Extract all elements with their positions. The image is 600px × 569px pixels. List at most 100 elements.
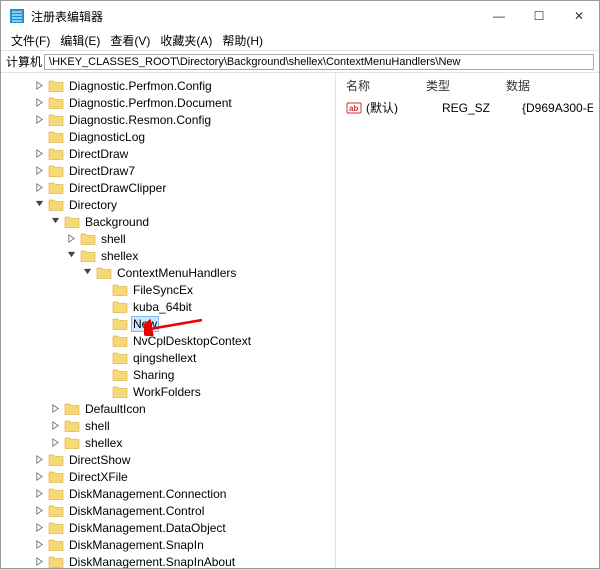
tree-item[interactable]: NvCplDesktopContext — [5, 332, 335, 349]
tree-item[interactable]: Diagnostic.Perfmon.Document — [5, 94, 335, 111]
tree-item[interactable]: DiskManagement.Connection — [5, 485, 335, 502]
menu-file[interactable]: 文件(F) — [7, 30, 54, 51]
chevron-right-icon[interactable] — [65, 234, 77, 243]
tree-item-label: DiskManagement.Connection — [67, 487, 228, 501]
folder-icon — [80, 248, 96, 264]
menu-edit[interactable]: 编辑(E) — [56, 30, 104, 51]
chevron-right-icon[interactable] — [33, 149, 45, 158]
tree-item[interactable]: FileSyncEx — [5, 281, 335, 298]
chevron-right-icon[interactable] — [33, 183, 45, 192]
close-button[interactable]: ✕ — [559, 1, 599, 31]
folder-icon — [48, 537, 64, 553]
tree-item-label: Diagnostic.Perfmon.Config — [67, 79, 214, 93]
tree-item[interactable]: New — [5, 315, 335, 332]
chevron-right-icon[interactable] — [33, 523, 45, 532]
chevron-right-icon[interactable] — [33, 472, 45, 481]
tree-pane[interactable]: Diagnostic.Perfmon.ConfigDiagnostic.Perf… — [1, 73, 336, 568]
tree-item[interactable]: Diagnostic.Resmon.Config — [5, 111, 335, 128]
folder-icon — [48, 452, 64, 468]
chevron-right-icon[interactable] — [33, 455, 45, 464]
folder-icon — [112, 282, 128, 298]
chevron-right-icon[interactable] — [33, 115, 45, 124]
tree-item[interactable]: DefaultIcon — [5, 400, 335, 417]
menubar: 文件(F) 编辑(E) 查看(V) 收藏夹(A) 帮助(H) — [1, 31, 599, 51]
chevron-right-icon[interactable] — [49, 421, 61, 430]
tree-item[interactable]: DirectXFile — [5, 468, 335, 485]
tree-item-label: shellex — [99, 249, 140, 263]
tree-item[interactable]: DiskManagement.Control — [5, 502, 335, 519]
tree-item-label: DefaultIcon — [83, 402, 148, 416]
minimize-button[interactable]: — — [479, 1, 519, 31]
chevron-right-icon[interactable] — [33, 557, 45, 566]
tree-item-label: DiagnosticLog — [67, 130, 147, 144]
menu-view[interactable]: 查看(V) — [106, 30, 154, 51]
value-row[interactable]: ab(默认)REG_SZ{D969A300-E — [336, 98, 599, 117]
values-pane[interactable]: 名称 类型 数据 ab(默认)REG_SZ{D969A300-E — [336, 73, 599, 568]
tree-item-label: DiskManagement.SnapIn — [67, 538, 206, 552]
titlebar: 注册表编辑器 — ☐ ✕ — [1, 1, 599, 31]
chevron-down-icon[interactable] — [81, 268, 93, 277]
folder-icon — [112, 316, 128, 332]
address-label: 计算机 — [6, 53, 42, 70]
tree-item[interactable]: DiskManagement.SnapIn — [5, 536, 335, 553]
column-name[interactable]: 名称 — [346, 77, 426, 94]
tree-item-label: Diagnostic.Resmon.Config — [67, 113, 213, 127]
column-type[interactable]: 类型 — [426, 77, 506, 94]
tree-item[interactable]: Directory — [5, 196, 335, 213]
tree-item[interactable]: ContextMenuHandlers — [5, 264, 335, 281]
tree-item[interactable]: kuba_64bit — [5, 298, 335, 315]
address-path[interactable]: \HKEY_CLASSES_ROOT\Directory\Background\… — [44, 54, 594, 70]
tree-item[interactable]: qingshellext — [5, 349, 335, 366]
tree-item[interactable]: DiskManagement.DataObject — [5, 519, 335, 536]
tree-item-label: DirectShow — [67, 453, 132, 467]
tree-item[interactable]: DirectDraw7 — [5, 162, 335, 179]
tree-item-label: shell — [99, 232, 128, 246]
tree-item[interactable]: WorkFolders — [5, 383, 335, 400]
tree-item[interactable]: Background — [5, 213, 335, 230]
tree-item-label: DirectDraw7 — [67, 164, 137, 178]
maximize-button[interactable]: ☐ — [519, 1, 559, 31]
chevron-right-icon[interactable] — [33, 540, 45, 549]
chevron-right-icon[interactable] — [33, 166, 45, 175]
tree-item[interactable]: DirectDraw — [5, 145, 335, 162]
tree-item-label: DiskManagement.Control — [67, 504, 206, 518]
tree-item[interactable]: shell — [5, 230, 335, 247]
folder-icon — [48, 486, 64, 502]
value-type: REG_SZ — [442, 101, 522, 115]
tree-item[interactable]: DiagnosticLog — [5, 128, 335, 145]
chevron-right-icon[interactable] — [49, 404, 61, 413]
folder-icon — [48, 146, 64, 162]
app-icon — [9, 8, 25, 24]
tree-item[interactable]: shell — [5, 417, 335, 434]
chevron-right-icon[interactable] — [49, 438, 61, 447]
menu-favorites[interactable]: 收藏夹(A) — [156, 30, 216, 51]
folder-icon — [48, 197, 64, 213]
chevron-down-icon[interactable] — [65, 251, 77, 260]
tree-item-label: Background — [83, 215, 151, 229]
tree-item[interactable]: Sharing — [5, 366, 335, 383]
svg-text:ab: ab — [349, 104, 358, 113]
content-area: Diagnostic.Perfmon.ConfigDiagnostic.Perf… — [1, 73, 599, 568]
tree-item-label: DirectDraw — [67, 147, 130, 161]
tree-item-label: New — [131, 316, 159, 332]
chevron-down-icon[interactable] — [49, 217, 61, 226]
folder-icon — [48, 180, 64, 196]
folder-icon — [64, 401, 80, 417]
chevron-right-icon[interactable] — [33, 81, 45, 90]
chevron-right-icon[interactable] — [33, 506, 45, 515]
folder-icon — [48, 112, 64, 128]
chevron-down-icon[interactable] — [33, 200, 45, 209]
tree-item[interactable]: DiskManagement.SnapInAbout — [5, 553, 335, 568]
window-controls: — ☐ ✕ — [479, 1, 599, 31]
chevron-right-icon[interactable] — [33, 489, 45, 498]
tree-item[interactable]: Diagnostic.Perfmon.Config — [5, 77, 335, 94]
chevron-right-icon[interactable] — [33, 98, 45, 107]
tree-item-label: Sharing — [131, 368, 176, 382]
column-data[interactable]: 数据 — [506, 77, 593, 94]
menu-help[interactable]: 帮助(H) — [218, 30, 267, 51]
tree-item[interactable]: DirectDrawClipper — [5, 179, 335, 196]
folder-icon — [112, 299, 128, 315]
tree-item[interactable]: shellex — [5, 434, 335, 451]
tree-item[interactable]: DirectShow — [5, 451, 335, 468]
tree-item[interactable]: shellex — [5, 247, 335, 264]
